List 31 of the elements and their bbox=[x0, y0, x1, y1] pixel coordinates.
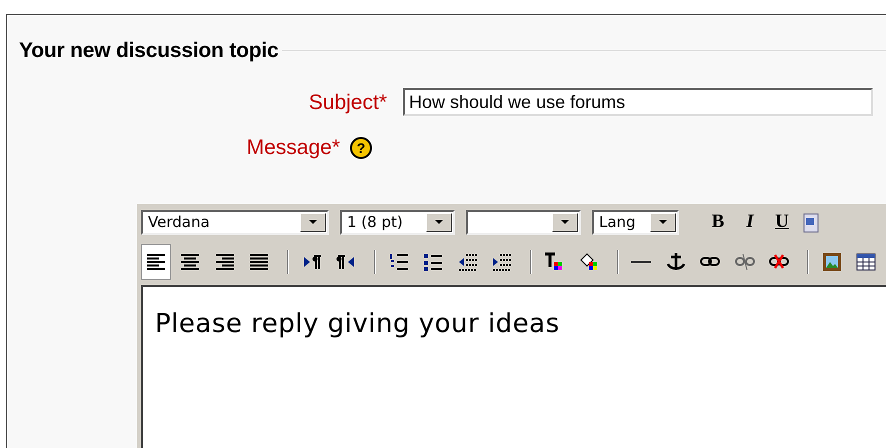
paint-bucket-icon bbox=[578, 252, 599, 272]
align-left-button[interactable] bbox=[141, 244, 170, 280]
align-left-icon bbox=[146, 252, 166, 272]
dropdown[interactable]: Lang bbox=[592, 210, 679, 235]
indent-icon bbox=[492, 252, 512, 272]
help-icon[interactable]: ? bbox=[350, 136, 372, 159]
message-label: Message* bbox=[246, 135, 340, 161]
table-icon bbox=[856, 252, 876, 272]
dropdown[interactable] bbox=[466, 210, 581, 235]
outdent-icon bbox=[458, 252, 478, 272]
image-icon bbox=[822, 252, 842, 272]
anchor-icon bbox=[666, 252, 686, 272]
align-center-icon bbox=[180, 252, 200, 272]
editor-text-area[interactable]: Please reply giving your ideas bbox=[141, 284, 886, 448]
subject-label: Subject* bbox=[308, 90, 387, 116]
justify-icon bbox=[249, 252, 270, 272]
numbered-list-icon bbox=[388, 252, 409, 272]
text-color-icon bbox=[544, 252, 564, 272]
crossed-link-icon bbox=[769, 252, 790, 272]
dropdown[interactable]: 1 (8 pt) bbox=[340, 210, 455, 235]
horizontal-rule-icon bbox=[631, 260, 652, 262]
broken-link-icon bbox=[734, 252, 755, 272]
underline-button[interactable]: U bbox=[768, 210, 796, 236]
document-icon[interactable] bbox=[802, 212, 820, 232]
bold-button[interactable]: B bbox=[704, 210, 732, 236]
bullet-list-icon bbox=[423, 252, 444, 272]
italic-button[interactable]: I bbox=[736, 210, 764, 236]
align-right-icon bbox=[214, 252, 235, 272]
subject-field[interactable]: How should we use forums bbox=[403, 88, 873, 116]
dropdown[interactable]: Verdana bbox=[141, 210, 329, 235]
section-legend: Your new discussion topic bbox=[19, 35, 278, 66]
